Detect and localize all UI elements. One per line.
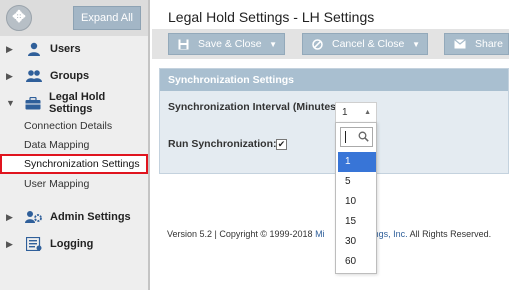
sidebar-header: ✥ Expand All xyxy=(0,0,148,36)
admin-settings-icon xyxy=(25,209,42,225)
sync-interval-select[interactable]: 1 ▲ xyxy=(335,102,377,124)
dropdown-option[interactable]: 10 xyxy=(338,192,376,212)
group-icon xyxy=(25,68,42,84)
chevron-down-icon: ▼ xyxy=(6,98,15,108)
cancel-icon xyxy=(312,38,323,50)
dropdown-option[interactable]: 5 xyxy=(338,172,376,192)
cancel-close-button[interactable]: Cancel & Close ▼ xyxy=(302,33,428,55)
sidebar: ✥ Expand All ▶ Users ▶ Groups ▼ Legal Ho… xyxy=(0,0,150,290)
chevron-right-icon: ▶ xyxy=(6,70,13,81)
nav-label-admin-settings: Admin Settings xyxy=(50,211,131,223)
sync-settings-panel: Synchronization Settings Synchronization… xyxy=(159,68,509,174)
user-icon xyxy=(25,41,42,57)
cancel-close-label: Cancel & Close xyxy=(332,38,405,50)
sync-interval-dropdown: 1 5 10 15 30 60 xyxy=(335,122,377,274)
sync-interval-label: Synchronization Interval (Minutes): xyxy=(168,101,344,113)
sub-item-data-mapping[interactable]: Data Mapping xyxy=(0,135,148,155)
chevron-right-icon: ▶ xyxy=(6,238,13,249)
panel-title: Synchronization Settings xyxy=(160,69,508,91)
share-icon xyxy=(454,39,466,49)
share-button[interactable]: Share xyxy=(444,33,509,55)
chevron-down-icon[interactable]: ▼ xyxy=(412,40,420,49)
footer-company-link[interactable]: Mi xyxy=(315,229,325,239)
sub-item-connection-details[interactable]: Connection Details xyxy=(0,116,148,136)
expand-all-button[interactable]: Expand All xyxy=(73,6,141,30)
nav-label-legal-hold-settings: Legal Hold Settings xyxy=(49,91,106,115)
sub-item-synchronization-settings[interactable]: Synchronization Settings xyxy=(0,154,148,174)
footer-rights-text: All Rights Reserved. xyxy=(407,229,492,239)
main-content: Legal Hold Settings - LH Settings Save &… xyxy=(152,0,509,290)
dropdown-option[interactable]: 1 xyxy=(338,152,376,172)
save-icon xyxy=(178,39,189,50)
share-label: Share xyxy=(475,38,504,50)
dropdown-search-input[interactable] xyxy=(340,127,373,147)
footer-copyright: Version 5.2 | Copyright © 1999-2018 Mi di… xyxy=(167,229,491,239)
log-icon xyxy=(25,236,42,252)
chevron-right-icon: ▶ xyxy=(6,43,13,54)
run-sync-label: Run Synchronization: xyxy=(168,138,277,150)
page-title: Legal Hold Settings - LH Settings xyxy=(168,9,375,25)
app-logo-icon[interactable]: ✥ xyxy=(6,5,32,31)
nav-item-users[interactable]: ▶ Users xyxy=(0,36,148,62)
dropdown-option[interactable]: 15 xyxy=(338,212,376,232)
sync-interval-value: 1 xyxy=(342,107,348,118)
nav-label-groups: Groups xyxy=(50,70,90,82)
nav-item-legal-hold-settings[interactable]: ▼ Legal Hold Settings xyxy=(0,90,148,116)
dropdown-option[interactable]: 60 xyxy=(338,252,376,272)
search-icon xyxy=(358,131,369,145)
nav-item-groups[interactable]: ▶ Groups xyxy=(0,63,148,89)
toolbar: Save & Close ▼ Cancel & Close ▼ Share xyxy=(152,29,509,59)
run-sync-checkbox[interactable]: ✔ xyxy=(276,139,287,150)
nav-item-logging[interactable]: ▶ Logging xyxy=(0,231,148,257)
chevron-up-icon: ▲ xyxy=(364,109,371,116)
nav-label-logging: Logging xyxy=(50,238,94,250)
dropdown-option[interactable]: 30 xyxy=(338,232,376,252)
sub-item-user-mapping[interactable]: User Mapping xyxy=(0,174,148,194)
nav-label-users: Users xyxy=(50,43,81,55)
save-close-label: Save & Close xyxy=(198,38,262,50)
text-cursor xyxy=(345,131,346,143)
save-close-button[interactable]: Save & Close ▼ xyxy=(168,33,285,55)
chevron-down-icon[interactable]: ▼ xyxy=(269,40,277,49)
briefcase-icon xyxy=(25,95,41,111)
chevron-right-icon: ▶ xyxy=(6,211,13,222)
nav-item-admin-settings[interactable]: ▶ Admin Settings xyxy=(0,204,148,230)
footer-text: Version 5.2 | Copyright © 1999-2018 xyxy=(167,229,316,239)
